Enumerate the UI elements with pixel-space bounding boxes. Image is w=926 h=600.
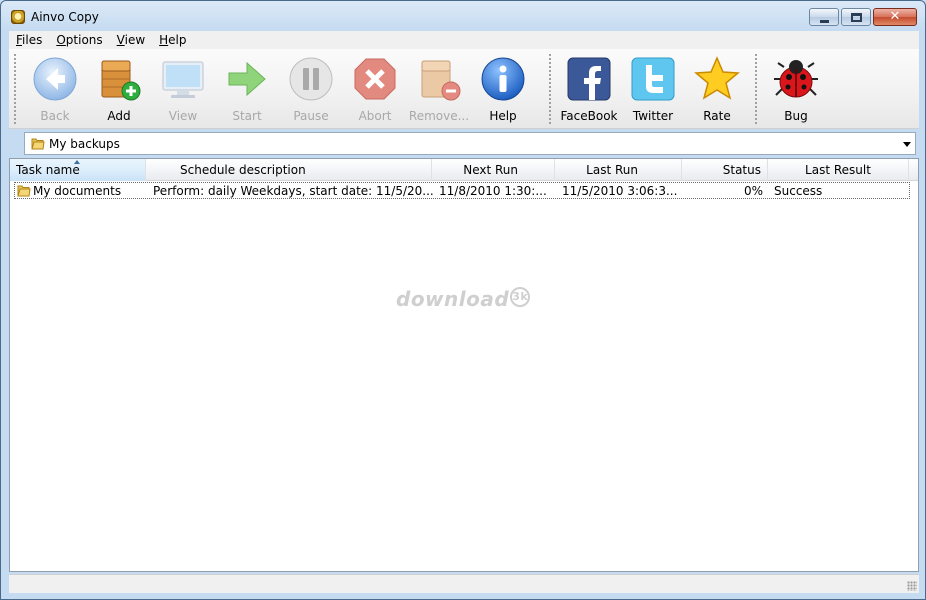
pause-icon <box>289 57 333 101</box>
column-schedule-description[interactable]: Schedule description <box>146 159 432 181</box>
window-controls: ✕ <box>809 8 917 26</box>
back-arrow-icon <box>33 57 77 101</box>
twitter-label: Twitter <box>632 109 674 123</box>
menu-view-label: iew <box>124 33 146 47</box>
status-bar <box>9 574 919 593</box>
remove-button[interactable]: Remove... <box>407 49 471 127</box>
add-button[interactable]: Add <box>87 49 151 127</box>
bug-label: Bug <box>784 109 808 123</box>
abort-button[interactable]: Abort <box>343 49 407 127</box>
abort-x-icon <box>354 58 396 100</box>
star-icon <box>694 56 740 100</box>
menu-options-label: ptions <box>65 33 103 47</box>
backup-set-dropdown[interactable]: My backups <box>24 132 916 155</box>
folder-icon <box>17 185 31 197</box>
bug-button[interactable]: Bug <box>764 49 828 127</box>
column-task-name-label: Task name <box>16 163 80 177</box>
column-next-run[interactable]: Next Run <box>432 159 555 181</box>
column-status-label: Status <box>722 163 761 177</box>
watermark-text: download <box>396 287 510 311</box>
toolbar-group-main: Back Add View Start Pause Abort Remove..… <box>23 49 535 129</box>
menu-options-accel: O <box>56 33 66 47</box>
cell-task-name: My documents <box>33 184 122 198</box>
view-button[interactable]: View <box>151 49 215 127</box>
toolbar-grip[interactable] <box>754 53 758 125</box>
ladybug-icon <box>774 60 818 98</box>
back-label: Back <box>40 109 70 123</box>
column-schedule-description-label: Schedule description <box>180 163 306 177</box>
toolbar-grip[interactable] <box>13 53 17 125</box>
menu-files[interactable]: Files <box>9 33 49 47</box>
app-window: Ainvo Copy ✕ Files Options View Help Bac… <box>0 0 926 600</box>
info-icon <box>481 57 525 101</box>
pause-label: Pause <box>293 109 329 123</box>
toolbar-group-social: FaceBook Twitter Rate <box>557 49 749 129</box>
view-label: View <box>168 109 198 123</box>
toolbar-group-bug: Bug <box>764 49 828 129</box>
minimize-button[interactable] <box>809 8 839 26</box>
menu-bar: Files Options View Help <box>9 31 919 49</box>
menu-files-label: iles <box>22 33 43 47</box>
start-label: Start <box>232 109 262 123</box>
cell-last-result: Success <box>774 184 823 198</box>
task-list: Task name Schedule description Next Run … <box>9 158 919 572</box>
facebook-icon <box>567 57 611 101</box>
start-arrow-icon <box>228 61 266 97</box>
cell-next-run: 11/8/2010 1:30:... <box>439 184 547 198</box>
column-next-run-label: Next Run <box>463 163 518 177</box>
cell-last-run: 11/5/2010 3:06:3... <box>562 184 678 198</box>
cell-status: 0% <box>743 184 763 198</box>
column-last-run[interactable]: Last Run <box>555 159 682 181</box>
folder-icon <box>31 138 45 150</box>
rate-label: Rate <box>703 109 731 123</box>
watermark: download 3k <box>396 287 531 311</box>
start-button[interactable]: Start <box>215 49 279 127</box>
facebook-label: FaceBook <box>560 109 618 123</box>
column-last-result-label: Last Result <box>805 163 871 177</box>
remove-box-icon <box>421 60 461 101</box>
watermark-badge: 3k <box>510 287 531 307</box>
back-button[interactable]: Back <box>23 49 87 127</box>
twitter-icon <box>631 57 675 101</box>
resize-grip[interactable] <box>907 581 917 591</box>
add-box-icon <box>101 60 141 101</box>
sort-ascending-icon <box>74 160 80 164</box>
close-icon: ✕ <box>889 9 901 24</box>
maximize-button[interactable] <box>841 8 871 26</box>
title-bar[interactable]: Ainvo Copy ✕ <box>1 1 925 31</box>
column-task-name[interactable]: Task name <box>10 159 146 181</box>
menu-view[interactable]: View <box>110 33 152 47</box>
toolbar: Back Add View Start Pause Abort Remove..… <box>9 49 919 129</box>
app-icon <box>11 10 25 24</box>
help-button[interactable]: Help <box>471 49 535 127</box>
cell-schedule: Perform: daily Weekdays, start date: 11/… <box>153 184 433 198</box>
column-last-run-label: Last Run <box>586 163 638 177</box>
minimize-icon <box>820 20 829 23</box>
toolbar-grip[interactable] <box>548 53 552 125</box>
window-title: Ainvo Copy <box>31 10 99 24</box>
help-label: Help <box>489 109 517 123</box>
abort-label: Abort <box>358 109 392 123</box>
pause-button[interactable]: Pause <box>279 49 343 127</box>
menu-options[interactable]: Options <box>49 33 109 47</box>
add-label: Add <box>107 109 131 123</box>
menu-view-accel: V <box>116 33 125 47</box>
dropdown-arrow-icon[interactable] <box>903 142 911 147</box>
monitor-icon <box>162 61 204 98</box>
column-status[interactable]: Status <box>682 159 768 181</box>
backup-set-value: My backups <box>49 137 120 151</box>
menu-help-label: elp <box>168 33 187 47</box>
close-button[interactable]: ✕ <box>873 8 917 26</box>
menu-help-accel: H <box>159 33 169 47</box>
facebook-button[interactable]: FaceBook <box>557 49 621 127</box>
menu-help[interactable]: Help <box>152 33 193 47</box>
maximize-icon <box>851 13 862 22</box>
task-list-header: Task name Schedule description Next Run … <box>10 159 918 181</box>
remove-label: Remove... <box>408 109 470 123</box>
twitter-button[interactable]: Twitter <box>621 49 685 127</box>
rate-button[interactable]: Rate <box>685 49 749 127</box>
table-row[interactable]: My documents Perform: daily Weekdays, st… <box>14 182 910 199</box>
column-last-result[interactable]: Last Result <box>768 159 909 181</box>
